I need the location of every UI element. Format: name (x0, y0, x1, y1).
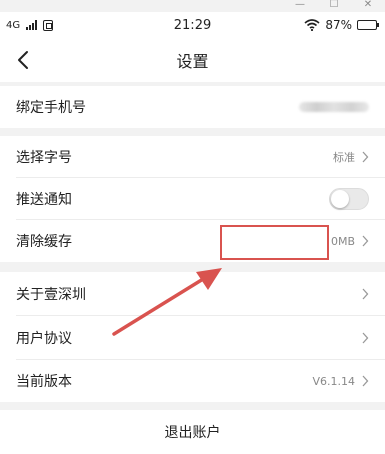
bind-phone-label: 绑定手机号 (16, 100, 86, 116)
about-label: 关于壹深圳 (16, 287, 86, 303)
page-title: 设置 (176, 52, 209, 71)
clear-cache-right: 0MB (331, 220, 369, 262)
user-agreement-label: 用户协议 (16, 331, 72, 347)
font-size-row[interactable]: 选择字号 标准 (0, 136, 385, 178)
user-agreement-right (361, 316, 369, 360)
logout-label: 退出账户 (164, 425, 221, 441)
chevron-right-icon (362, 375, 369, 387)
toggle-knob (331, 190, 349, 208)
current-version-row[interactable]: 当前版本 V6.1.14 (0, 360, 385, 402)
font-size-value: 标准 (333, 151, 355, 164)
back-arrow-icon[interactable] (12, 48, 36, 72)
bind-phone-right (299, 86, 369, 128)
version-value: V6.1.14 (312, 374, 355, 388)
bind-phone-row[interactable]: 绑定手机号 (0, 86, 385, 128)
phone-number-blurred (299, 102, 369, 112)
window-minimize-button[interactable]: — (283, 0, 317, 10)
font-size-right: 标准 (333, 136, 369, 178)
logout-button[interactable]: 退出账户 (0, 410, 385, 454)
current-version-label: 当前版本 (16, 374, 72, 390)
clear-cache-row[interactable]: 清除缓存 0MB (0, 220, 385, 262)
current-version-right: V6.1.14 (312, 360, 369, 402)
battery-percent: 87% (325, 18, 352, 32)
font-size-label: 选择字号 (16, 150, 72, 166)
window-controls: — ☐ ✕ (283, 0, 385, 10)
window-close-button[interactable]: ✕ (351, 0, 385, 10)
status-right: 87% (304, 18, 379, 32)
push-notification-toggle[interactable] (329, 188, 369, 210)
chevron-right-icon (362, 332, 369, 344)
battery-icon (357, 20, 379, 30)
chevron-right-icon (362, 288, 369, 300)
user-agreement-row[interactable]: 用户协议 (0, 316, 385, 360)
push-notification-label: 推送通知 (16, 192, 72, 208)
status-bar: 4G 21:29 87% (0, 12, 385, 38)
about-right (361, 272, 369, 316)
wifi-icon (304, 19, 320, 31)
push-notification-row: 推送通知 (0, 178, 385, 220)
window-maximize-button[interactable]: ☐ (317, 0, 351, 10)
clear-cache-label: 清除缓存 (16, 234, 72, 250)
chevron-right-icon (362, 151, 369, 163)
about-row[interactable]: 关于壹深圳 (0, 272, 385, 316)
push-notification-right (329, 178, 369, 220)
chevron-right-icon (362, 235, 369, 247)
nav-bar: 设置 (0, 38, 385, 82)
cache-size-value: 0MB (330, 234, 355, 248)
